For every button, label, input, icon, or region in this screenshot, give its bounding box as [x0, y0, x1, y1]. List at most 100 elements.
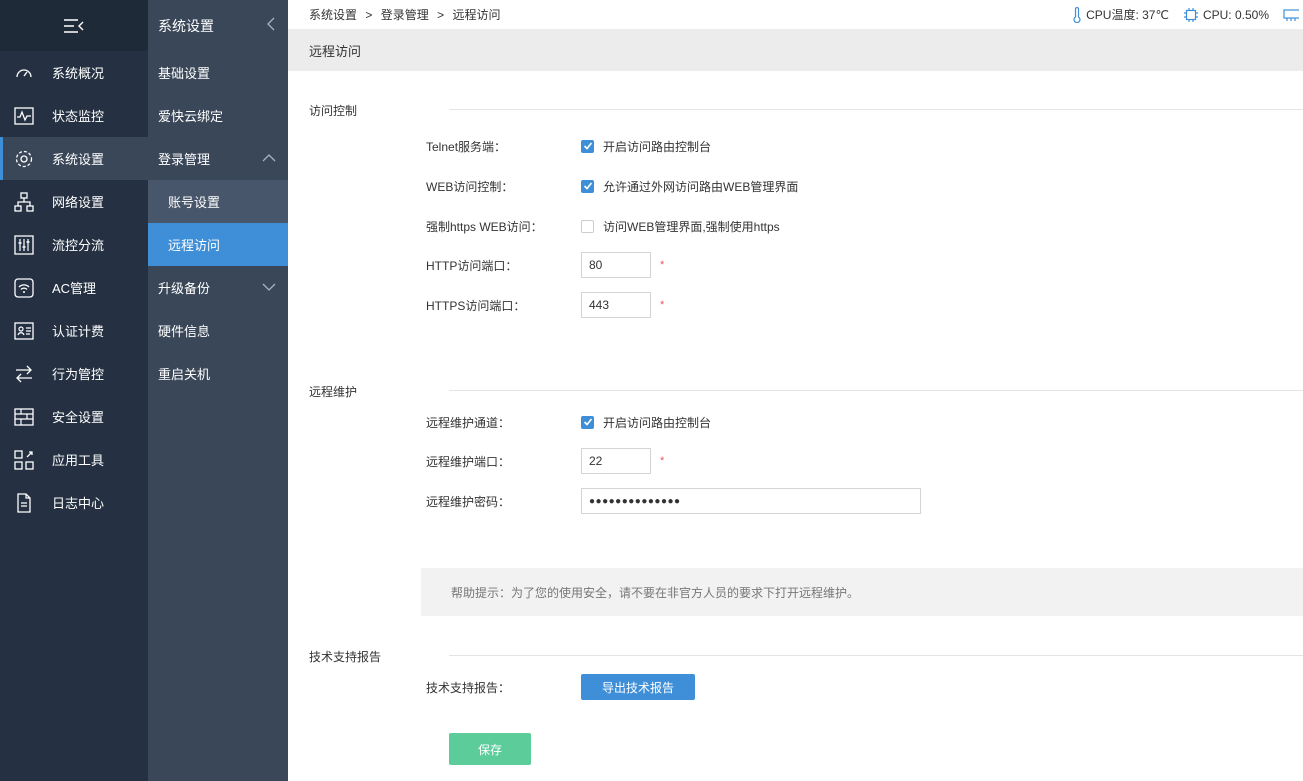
nav-item-ac[interactable]: AC管理 — [0, 266, 148, 309]
nav-item-label: AC管理 — [52, 281, 97, 296]
remote-port-row: 远程维护端口： 22 * — [426, 448, 664, 474]
section-divider — [449, 109, 1303, 110]
nav-item-behavior[interactable]: 行为管控 — [0, 352, 148, 395]
https-port-label: HTTPS访问端口： — [426, 298, 526, 313]
section-divider — [449, 390, 1303, 391]
menu-toggle-button[interactable] — [0, 0, 148, 51]
subnav-item-remote[interactable]: 远程访问 — [148, 223, 288, 266]
http-port-label: HTTP访问端口： — [426, 258, 518, 273]
remote-password-row: 远程维护密码： ●●●●●●●●●●●●●● — [426, 488, 921, 514]
subnav-item-label: 重启关机 — [158, 367, 211, 382]
gauge-icon — [14, 63, 34, 83]
nav-item-logs[interactable]: 日志中心 — [0, 481, 148, 524]
http-port-row: HTTP访问端口： 80 * — [426, 252, 664, 278]
nav-item-label: 系统概况 — [52, 66, 105, 81]
nav-item-tools[interactable]: 应用工具 — [0, 438, 148, 481]
secondary-sidebar: 系统设置 基础设置 爱快云绑定 登录管理 账号设置 远程访问 升级备份 硬件信息… — [148, 0, 288, 781]
nav-item-network[interactable]: 网络设置 — [0, 180, 148, 223]
cpu-usage-status: CPU: 0.50% — [1183, 7, 1269, 23]
memory-icon — [1283, 8, 1299, 21]
thermometer-icon — [1073, 6, 1081, 23]
cpu-temp-status: CPU温度: 37℃ — [1072, 6, 1169, 23]
remote-port-input[interactable]: 22 — [581, 448, 651, 474]
telnet-label: Telnet服务端： — [426, 139, 507, 154]
check-icon — [583, 418, 592, 426]
remote-channel-text: 开启访问路由控制台 — [603, 415, 712, 430]
section-title-tech: 技术支持报告 — [309, 650, 382, 664]
network-icon — [14, 191, 34, 212]
export-report-button[interactable]: 导出技术报告 — [581, 674, 695, 700]
https-port-input[interactable]: 443 — [581, 292, 651, 318]
nav-item-flow[interactable]: 流控分流 — [0, 223, 148, 266]
https-port-row: HTTPS访问端口： 443 * — [426, 292, 664, 318]
subnav-item-reboot[interactable]: 重启关机 — [148, 352, 288, 395]
breadcrumb: 系统设置 > 登录管理 > 远程访问 — [309, 6, 505, 23]
nav-item-label: 应用工具 — [52, 453, 105, 468]
chevron-down-icon — [262, 280, 276, 295]
telnet-row: Telnet服务端： 开启访问路由控制台 — [426, 137, 711, 155]
remote-password-input[interactable]: ●●●●●●●●●●●●●● — [581, 488, 921, 514]
wifi-icon — [14, 277, 34, 298]
cpu-temp-text: CPU温度: 37℃ — [1086, 8, 1169, 22]
breadcrumb-item[interactable]: 系统设置 — [309, 8, 357, 22]
subnav-item-basic[interactable]: 基础设置 — [148, 51, 288, 94]
required-mark: * — [660, 455, 665, 467]
subnav-item-label: 升级备份 — [158, 281, 211, 296]
https-force-text: 访问WEB管理界面,强制使用https — [603, 219, 780, 234]
subnav-item-label: 远程访问 — [168, 238, 221, 253]
apps-icon — [14, 449, 34, 470]
nav-item-system[interactable]: 系统设置 — [0, 137, 148, 180]
firewall-icon — [14, 407, 34, 427]
subnav-item-upgrade[interactable]: 升级备份 — [148, 266, 288, 309]
check-icon — [583, 182, 592, 190]
web-access-row: WEB访问控制： 允许通过外网访问路由WEB管理界面 — [426, 177, 798, 195]
save-button[interactable]: 保存 — [449, 733, 531, 765]
breadcrumb-item[interactable]: 登录管理 — [381, 8, 429, 22]
https-force-checkbox[interactable] — [581, 219, 594, 233]
memory-status — [1283, 8, 1303, 22]
primary-sidebar: 系统概况 状态监控 系统设置 网络设置 流控分流 AC管理 认证计费 行为管控 … — [0, 0, 148, 781]
subnav-item-cloud[interactable]: 爱快云绑定 — [148, 94, 288, 137]
cpu-usage-text: CPU: 0.50% — [1202, 7, 1269, 22]
section-title-access: 访问控制 — [309, 104, 358, 118]
secondary-sidebar-header: 系统设置 — [148, 0, 288, 51]
required-mark: * — [660, 259, 665, 271]
https-force-label: 强制https WEB访问： — [426, 219, 543, 234]
chip-icon — [1183, 7, 1198, 22]
web-access-checkbox[interactable] — [581, 179, 594, 193]
section-title-remote: 远程维护 — [309, 385, 358, 399]
sliders-icon — [14, 234, 34, 255]
nav-item-monitor[interactable]: 状态监控 — [0, 94, 148, 137]
help-tip: 帮助提示：为了您的使用安全，请不要在非官方人员的要求下打开远程维护。 — [421, 568, 1303, 616]
remote-password-label: 远程维护密码： — [426, 494, 511, 509]
breadcrumb-current: 远程访问 — [452, 8, 501, 22]
subnav-item-label: 爱快云绑定 — [158, 109, 224, 124]
telnet-checkbox[interactable] — [581, 139, 594, 153]
http-port-input[interactable]: 80 — [581, 252, 651, 278]
nav-item-label: 安全设置 — [52, 410, 105, 425]
nav-item-label: 网络设置 — [52, 195, 105, 210]
nav-item-auth[interactable]: 认证计费 — [0, 309, 148, 352]
nav-item-security[interactable]: 安全设置 — [0, 395, 148, 438]
remote-channel-label: 远程维护通道： — [426, 415, 511, 430]
document-icon — [14, 492, 34, 513]
breadcrumb-separator: > — [437, 8, 445, 22]
nav-item-label: 状态监控 — [52, 109, 105, 124]
telnet-text: 开启访问路由控制台 — [603, 139, 712, 154]
chevron-left-icon[interactable] — [266, 17, 276, 34]
page-title: 远程访问 — [288, 29, 1303, 71]
remote-port-label: 远程维护端口： — [426, 454, 511, 469]
nav-item-overview[interactable]: 系统概况 — [0, 51, 148, 94]
tech-report-row: 技术支持报告： 导出技术报告 — [426, 674, 695, 700]
subnav-item-account[interactable]: 账号设置 — [148, 180, 288, 223]
tech-report-label: 技术支持报告： — [426, 680, 511, 695]
nav-item-label: 行为管控 — [52, 367, 105, 382]
subnav-item-hardware[interactable]: 硬件信息 — [148, 309, 288, 352]
subnav-item-label: 基础设置 — [158, 66, 211, 81]
system-status: CPU温度: 37℃ CPU: 0.50% — [1072, 6, 1303, 23]
remote-channel-checkbox[interactable] — [581, 415, 594, 429]
subnav-item-login[interactable]: 登录管理 — [148, 137, 288, 180]
main-content: 系统设置 > 登录管理 > 远程访问 CPU温度: 37℃ CPU: 0.50%… — [288, 0, 1303, 781]
breadcrumb-separator: > — [365, 8, 373, 22]
secondary-sidebar-title: 系统设置 — [158, 17, 214, 34]
